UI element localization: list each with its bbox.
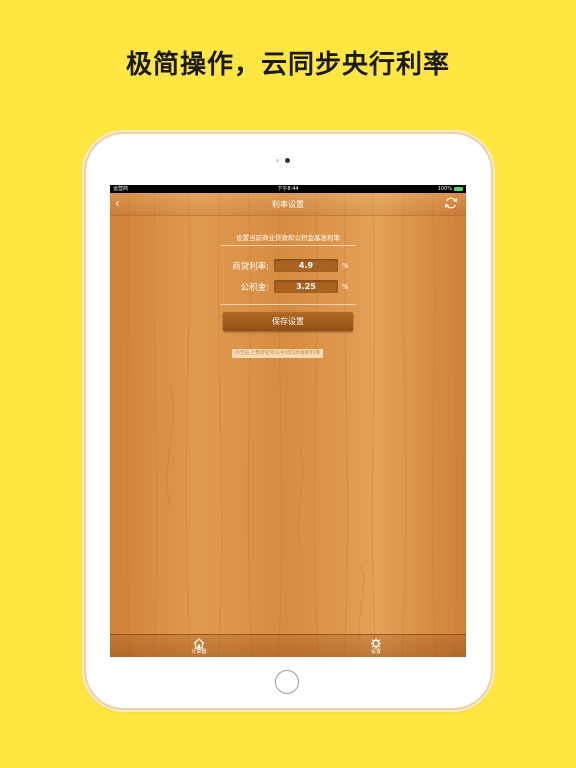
intro-text: 设置当前商业贷款和公积金基准利率 — [236, 234, 340, 242]
loan-rate-label: 商贷利率: — [232, 262, 269, 272]
fund-rate-unit: % — [342, 283, 349, 291]
nav-title: 利率设置 — [272, 200, 304, 209]
fund-rate-input[interactable]: 3.25 — [274, 280, 338, 293]
save-settings-button[interactable]: 保存设置 — [223, 312, 353, 331]
loan-rate-input[interactable]: 4.9 — [274, 259, 338, 272]
tab-calculator-label: 计算器 — [191, 649, 207, 655]
wood-background — [110, 185, 466, 657]
device-home-button[interactable] — [275, 670, 299, 694]
status-bar: 运营商 下午8:44 100% — [110, 185, 466, 193]
tab-settings[interactable]: 设置 — [356, 635, 396, 657]
tab-calculator[interactable]: 计算器 — [179, 635, 219, 657]
page-headline: 极简操作，云同步央行利率 — [125, 50, 450, 80]
divider-top — [220, 245, 356, 246]
tab-bar: 计算器 设置 — [110, 634, 466, 657]
battery-icon — [454, 187, 463, 191]
camera-dot — [285, 158, 290, 163]
gear-icon — [370, 638, 382, 649]
navigation-bar: ‹ 利率设置 — [110, 193, 466, 216]
battery-percent: 100% — [437, 186, 452, 192]
home-icon — [193, 638, 205, 649]
fund-rate-label: 公积金: — [240, 283, 269, 293]
sensor-dot — [276, 159, 279, 162]
ipad-device-frame: 运营商 下午8:44 100% ‹ 利率设置 设置当前商业贷款和公积金基准利率 … — [86, 134, 491, 708]
refresh-icon[interactable] — [444, 196, 458, 210]
tab-settings-label: 设置 — [370, 649, 381, 655]
status-time: 下午8:44 — [277, 186, 299, 192]
loan-rate-unit: % — [342, 262, 349, 270]
divider-bottom — [220, 304, 356, 305]
app-screen: 运营商 下午8:44 100% ‹ 利率设置 设置当前商业贷款和公积金基准利率 … — [110, 185, 466, 657]
sync-tip: 点击右上角按钮可以手动同步最新利率 — [232, 349, 324, 358]
